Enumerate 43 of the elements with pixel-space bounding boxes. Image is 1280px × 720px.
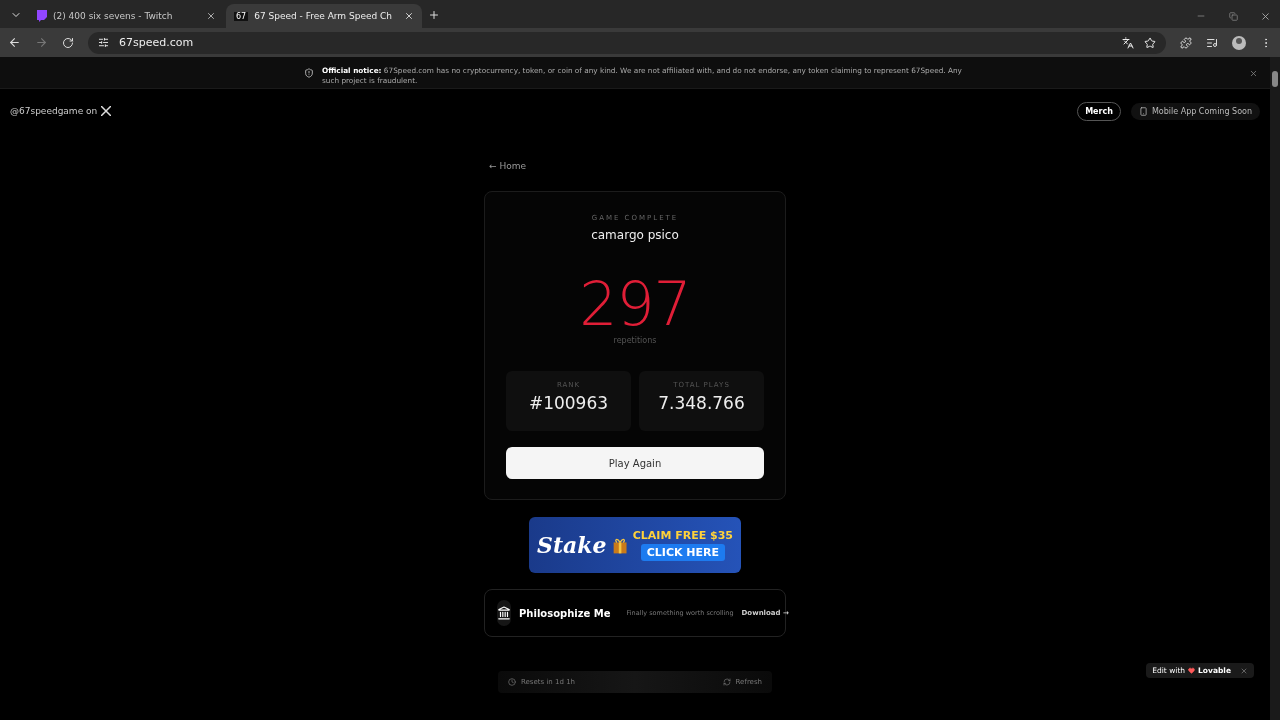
close-icon[interactable] xyxy=(404,11,414,21)
clock-icon xyxy=(508,678,516,686)
close-icon[interactable] xyxy=(1249,69,1258,78)
chat-bubble-icon xyxy=(36,10,47,22)
tab-title: (2) 400 six sevens - Twitch xyxy=(53,11,174,21)
stat-value: #100963 xyxy=(528,393,609,413)
ad-headline: CLAIM FREE $35 xyxy=(632,529,733,542)
url-text: 67speed.com xyxy=(119,36,194,49)
x-logo-icon xyxy=(101,106,112,116)
site-settings-icon[interactable] xyxy=(98,37,109,48)
extensions-icon[interactable] xyxy=(1180,36,1192,49)
favicon: 67 xyxy=(234,11,249,21)
media-icon[interactable] xyxy=(1206,36,1218,49)
promo-name: Philosophize Me xyxy=(519,607,611,619)
phone-icon xyxy=(1138,106,1148,116)
forward-icon[interactable] xyxy=(35,36,48,49)
score-label: repetitions xyxy=(613,336,657,345)
pill-text: Mobile App Coming Soon xyxy=(1151,106,1252,116)
social-link[interactable]: @67speedgame on xyxy=(10,106,98,116)
reload-icon[interactable] xyxy=(62,36,74,49)
bookmark-star-icon[interactable] xyxy=(1144,36,1156,49)
player-name: camargo psico xyxy=(591,228,679,242)
browser-tab[interactable]: (2) 400 six sevens - Twitch xyxy=(28,4,224,28)
address-bar[interactable]: 67speed.com xyxy=(88,31,1166,54)
ad-brand: Stake xyxy=(537,532,607,558)
ad-cta: CLICK HERE xyxy=(640,544,725,561)
close-icon[interactable] xyxy=(1259,10,1271,22)
refresh-icon xyxy=(722,678,731,686)
heart-icon xyxy=(1188,667,1196,674)
avatar xyxy=(1232,35,1246,50)
shield-icon xyxy=(304,68,314,78)
promo-logo xyxy=(497,600,511,626)
close-icon[interactable] xyxy=(206,11,216,21)
tab-title: 67 Speed - Free Arm Speed Ch xyxy=(254,11,394,21)
plus-icon[interactable] xyxy=(428,9,440,21)
translate-icon[interactable] xyxy=(1122,36,1134,49)
browser-tab[interactable]: 67 67 Speed - Free Arm Speed Ch xyxy=(226,4,422,28)
back-icon[interactable] xyxy=(8,36,21,49)
stat-value: 7.348.766 xyxy=(658,393,745,413)
play-again-button[interactable]: Play Again xyxy=(506,447,764,479)
home-link[interactable]: ← Home xyxy=(489,161,526,171)
ad-banner[interactable]: Stake CLAIM FREE $35 CLICK HERE xyxy=(529,517,741,573)
score: 297 xyxy=(579,274,691,334)
